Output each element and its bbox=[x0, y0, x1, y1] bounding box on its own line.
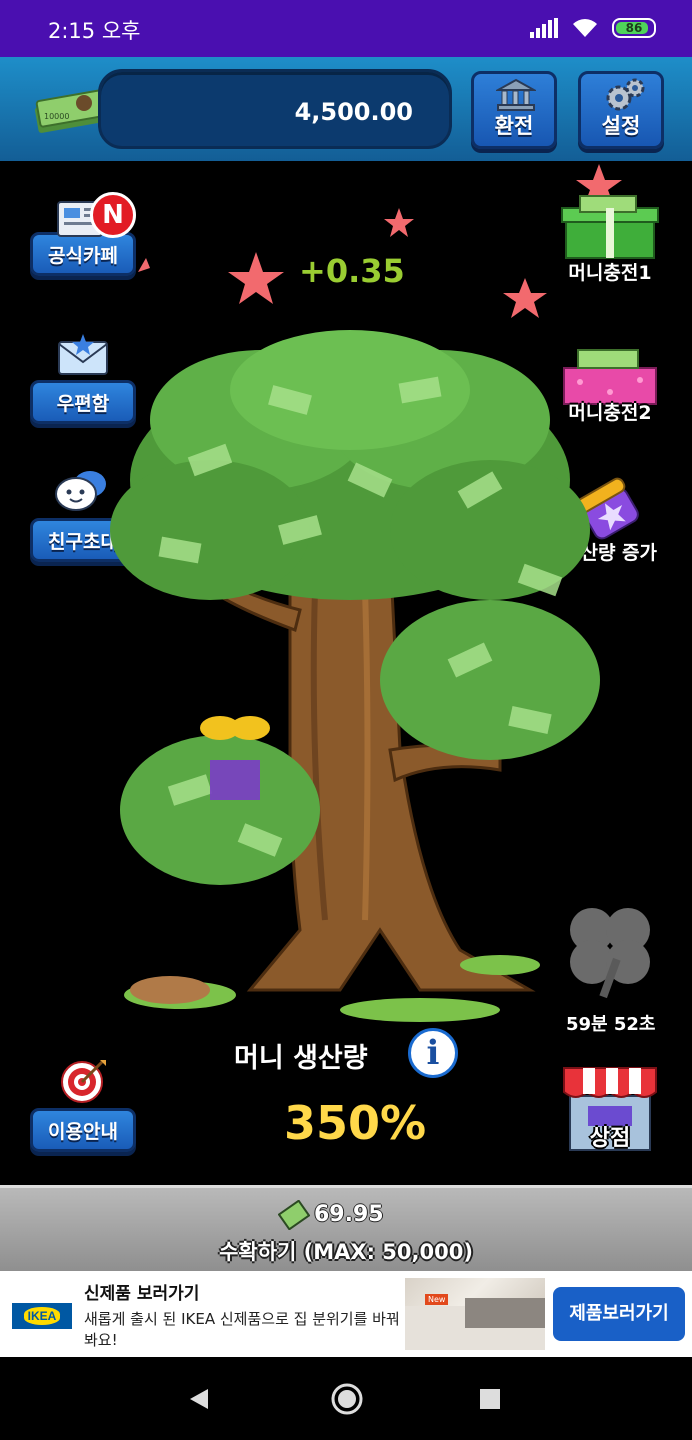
production-label: 머니 생산량 bbox=[234, 1043, 368, 1074]
ad-body: 새롭게 출시 된 IKEA 신제품으로 집 분위기를 바꿔봐요! bbox=[84, 1310, 400, 1349]
official-cafe-button[interactable]: N 공식카페 bbox=[30, 192, 136, 276]
ad-image: New bbox=[405, 1278, 545, 1350]
official-cafe-label: 공식카페 bbox=[48, 245, 118, 267]
triangle-back-icon[interactable] bbox=[188, 1387, 212, 1411]
signal-icon bbox=[530, 18, 558, 38]
wifi-icon bbox=[573, 19, 597, 37]
square-recent-icon[interactable] bbox=[479, 1388, 501, 1410]
ad-cta-button[interactable]: 제품보러가기 bbox=[553, 1287, 685, 1341]
ad-banner[interactable]: IKEA 신제품 보러가기 새롭게 출시 된 IKEA 신제품으로 집 분위기를… bbox=[0, 1271, 692, 1357]
status-time: 2:15 오후 bbox=[48, 19, 141, 43]
usage-guide-button[interactable]: 이용안내 bbox=[30, 1058, 136, 1152]
harvest-label: 수확하기 (MAX: 50,000) bbox=[219, 1240, 473, 1264]
shop-button[interactable]: 상점 bbox=[562, 1062, 658, 1152]
usage-guide-label: 이용안내 bbox=[48, 1121, 118, 1143]
status-icons: 86 bbox=[530, 18, 656, 38]
new-badge: N bbox=[90, 192, 136, 238]
balance-display: 4,500.00 bbox=[98, 69, 452, 149]
status-bar: 2:15 오후 86 bbox=[0, 0, 692, 57]
harvest-button[interactable]: 69.95 수확하기 (MAX: 50,000) bbox=[0, 1185, 692, 1271]
bank-icon bbox=[496, 78, 536, 111]
gift-box-green-icon bbox=[561, 164, 659, 259]
production-value: 350% bbox=[284, 1096, 427, 1150]
ad-title: 신제품 보러가기 bbox=[84, 1284, 200, 1304]
info-icon[interactable]: i bbox=[408, 1028, 458, 1078]
circle-home-icon[interactable] bbox=[330, 1382, 364, 1416]
money-charge-1-button[interactable]: 머니충전1 bbox=[560, 162, 660, 290]
navigation-bar bbox=[0, 1357, 692, 1440]
battery-icon: 86 bbox=[612, 18, 656, 38]
top-header: 10000 4,500.00 환전 설정 bbox=[0, 57, 692, 161]
exchange-button[interactable]: 환전 bbox=[471, 71, 557, 149]
svg-text:10000: 10000 bbox=[44, 112, 69, 121]
money-tree[interactable] bbox=[100, 330, 600, 1030]
settings-label: 설정 bbox=[601, 114, 641, 138]
harvest-amount: 69.95 bbox=[314, 1202, 384, 1227]
gear-icon bbox=[606, 78, 645, 111]
money-bill-icon bbox=[278, 1200, 310, 1230]
settings-button[interactable]: 설정 bbox=[578, 71, 664, 149]
exchange-label: 환전 bbox=[494, 114, 534, 138]
money-charge-1-label: 머니충전1 bbox=[568, 262, 652, 284]
ad-new-badge: New bbox=[425, 1294, 449, 1305]
target-icon bbox=[61, 1060, 106, 1103]
gain-text: +0.35 bbox=[299, 252, 405, 290]
battery-level: 86 bbox=[625, 21, 643, 35]
balance-amount: 4,500.00 bbox=[294, 98, 413, 126]
ikea-logo: IKEA bbox=[12, 1303, 72, 1329]
shop-label: 상점 bbox=[589, 1126, 631, 1151]
